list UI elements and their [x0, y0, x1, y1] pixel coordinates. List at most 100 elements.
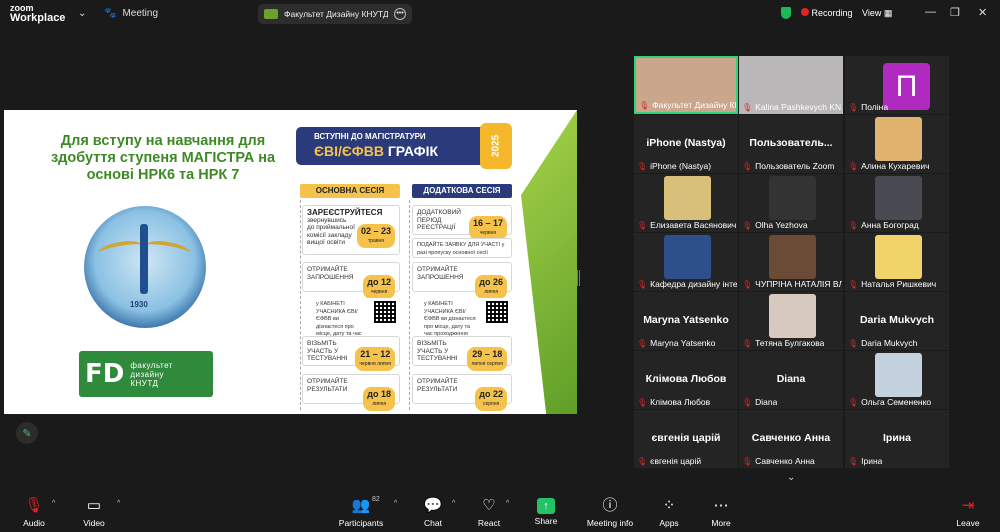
- muted-mic-icon: 🎙: [848, 338, 859, 348]
- participants-options-caret-icon[interactable]: ^: [394, 500, 397, 507]
- participant-tile[interactable]: 🎙 Кафедра дизайну інте...: [634, 233, 738, 291]
- banner-line2: ЄВІ/ЄФВВ ГРАФІК: [314, 143, 438, 159]
- participant-name: Diana: [755, 397, 778, 407]
- paw-icon: 🐾: [104, 8, 117, 19]
- apps-button[interactable]: ⁘ Apps: [641, 496, 697, 528]
- audio-options-caret-icon[interactable]: ^: [52, 500, 55, 507]
- share-button[interactable]: ↑ Share: [518, 496, 574, 526]
- participant-name-label: 🎙 Тетяна Булгакова: [742, 338, 824, 348]
- gallery-next-page-chevron-icon[interactable]: ⌄: [787, 472, 795, 483]
- minimize-icon[interactable]: —: [925, 6, 936, 18]
- participant-tile[interactable]: Daria Mukvych 🎙 Daria Mukvych: [845, 292, 949, 350]
- extra-card-test: ВІЗЬМІТЬ УЧАСТЬ У ТЕСТУВАННІ 29 – 18 липн…: [412, 336, 512, 371]
- participant-name-label: 🎙 Kalina Pashkevych KN...: [742, 102, 842, 112]
- extra-card-register: ДОДАТКОВИЙ ПЕРІОД РЕЄСТРАЦІЇ 16 – 17 черв…: [412, 205, 512, 240]
- more-label: More: [711, 518, 731, 528]
- participant-display-name: Клімова Любов: [645, 373, 727, 385]
- main-date-pill: 02 – 23 травня: [356, 224, 395, 248]
- participant-tile[interactable]: 🎙 Тетяна Булгакова: [739, 292, 843, 350]
- participant-name: Kalina Pashkevych KN...: [755, 102, 842, 112]
- more-dots-icon: ⋯: [713, 497, 729, 514]
- participant-tile[interactable]: 🎙 ЧУПРІНА НАТАЛІЯ ВЛ...: [739, 233, 843, 291]
- grid-icon: ▦: [883, 8, 893, 18]
- emblem-year: 1930: [130, 300, 148, 309]
- chat-options-caret-icon[interactable]: ^: [452, 500, 455, 507]
- participant-tile[interactable]: Diana 🎙 Diana: [739, 351, 843, 409]
- participant-name: Olha Yezhova: [755, 220, 808, 230]
- recording-indicator[interactable]: Recording: [801, 8, 853, 18]
- participant-name-label: 🎙 Пользователь Zoom: [742, 161, 834, 171]
- participant-tile[interactable]: 🎙 Olha Yezhova: [739, 174, 843, 232]
- participant-tile[interactable]: 🎙 Kalina Pashkevych KN...: [739, 56, 843, 114]
- date-sub: липня: [372, 401, 387, 407]
- close-icon[interactable]: ✕: [978, 6, 987, 19]
- more-button[interactable]: ⋯ More: [693, 496, 749, 528]
- participant-count: 82: [372, 496, 380, 503]
- view-menu[interactable]: View ▦: [862, 8, 892, 19]
- participant-tile[interactable]: 🎙 Наталья Ришкевич: [845, 233, 949, 291]
- participant-tile[interactable]: Ірина 🎙 Ірина: [845, 410, 949, 468]
- participant-tile[interactable]: Клімова Любов 🎙 Клімова Любов: [634, 351, 738, 409]
- react-options-caret-icon[interactable]: ^: [506, 500, 509, 507]
- restore-icon[interactable]: ❐: [950, 6, 960, 19]
- chevron-down-icon[interactable]: ⌄: [78, 8, 86, 19]
- apps-label: Apps: [659, 518, 679, 528]
- leave-label: Leave: [956, 518, 980, 528]
- participant-display-name: Maryna Yatsenko: [643, 314, 729, 326]
- participant-tile[interactable]: євгенія царій 🎙 євгенія царій: [634, 410, 738, 468]
- recording-dot-icon: [801, 8, 809, 16]
- screen-share-indicator[interactable]: Факультет Дизайну КНУТД's scr •••: [258, 4, 412, 24]
- shared-screen[interactable]: Для вступу на навчання для здобуття ступ…: [4, 110, 577, 414]
- annotate-pencil-icon[interactable]: ✎: [16, 422, 38, 444]
- participant-name: Пользователь Zoom: [755, 161, 835, 171]
- muted-mic-icon: 🎙: [848, 102, 859, 112]
- main-card-invite: ОТРИМАЙТЕ ЗАПРОШЕННЯ до 12 червня: [302, 262, 400, 299]
- meeting-toolbar: 🎙 Audio ^ ▭ Video ^ 👥 Participants 82 ^ …: [0, 492, 1000, 532]
- participant-display-name: Савченко Анна: [751, 432, 831, 444]
- more-options-icon[interactable]: •••: [394, 8, 406, 20]
- qr-code-icon: [486, 301, 508, 323]
- participant-name: Ірина: [861, 456, 883, 466]
- panel-resize-handle[interactable]: [577, 270, 580, 286]
- video-options-caret-icon[interactable]: ^: [117, 500, 120, 507]
- participant-tile[interactable]: Пользователь... 🎙 Пользователь Zoom: [739, 115, 843, 173]
- meeting-menu[interactable]: 🐾 Meeting: [104, 8, 158, 19]
- participant-tile[interactable]: 🎙 Анна Богоград: [845, 174, 949, 232]
- muted-mic-icon: 🎙: [742, 220, 753, 230]
- extra-card-invite: ОТРИМАЙТЕ ЗАПРОШЕННЯ до 26 липня: [412, 262, 512, 299]
- participant-name-label: 🎙 Ольга Семененко: [848, 397, 931, 407]
- timeline-extra: [409, 200, 410, 410]
- column-main-header: ОСНОВНА СЕСІЯ: [300, 184, 400, 198]
- participant-tile[interactable]: 🎙 Алина Кухаревич: [845, 115, 949, 173]
- banner-line2a: ЄВІ/ЄФВВ: [314, 143, 384, 159]
- muted-mic-icon: 🎙: [742, 102, 753, 112]
- date: 29 – 18: [472, 349, 503, 359]
- participant-tile[interactable]: 🎙Факультет Дизайну КНУТД: [634, 56, 738, 114]
- extra-card-desc: ОТРИМАЙТЕ ЗАПРОШЕННЯ: [417, 266, 464, 281]
- top-bar: zoom Workplace ⌄ 🐾 Meeting Факультет Диз…: [0, 0, 1000, 28]
- fd-text-1: факультет: [130, 360, 173, 370]
- date: до 22: [479, 389, 503, 399]
- participant-tile[interactable]: 🎙 Ольга Семененко: [845, 351, 949, 409]
- meeting-info-button[interactable]: ⓘ Meeting info: [582, 496, 638, 528]
- share-label: Факультет Дизайну КНУТД's scr: [284, 9, 388, 19]
- logo-workplace: Workplace: [10, 12, 66, 24]
- participant-name: Поліна: [861, 102, 889, 112]
- video-button[interactable]: ▭ Video: [66, 496, 122, 528]
- banner-line2b: ГРАФІК: [387, 143, 439, 159]
- participant-tile[interactable]: iPhone (Nastya) 🎙 iPhone (Nastya): [634, 115, 738, 173]
- date: 21 – 12: [360, 349, 391, 359]
- participants-button[interactable]: 👥 Participants: [333, 496, 389, 528]
- date-sub: липня серпня: [471, 361, 503, 367]
- participant-name: євгенія царій: [650, 456, 702, 466]
- participant-tile[interactable]: Савченко Анна 🎙 Савченко Анна: [739, 410, 843, 468]
- leave-button[interactable]: ⇥ Leave: [940, 496, 996, 528]
- participant-tile[interactable]: 🎙 Елизавета Васянович: [634, 174, 738, 232]
- participant-tile[interactable]: П 🎙 Поліна: [845, 56, 949, 114]
- participant-tile[interactable]: Maryna Yatsenko 🎙 Maryna Yatsenko: [634, 292, 738, 350]
- fd-text-3: КНУТД: [130, 378, 159, 388]
- main-date-pill: до 18 липня: [363, 387, 395, 411]
- participant-name-label: 🎙 Елизавета Васянович: [637, 220, 736, 230]
- main-card-desc: ВІЗЬМІТЬ УЧАСТЬ У ТЕСТУВАННІ: [307, 340, 348, 362]
- date: до 26: [479, 277, 503, 287]
